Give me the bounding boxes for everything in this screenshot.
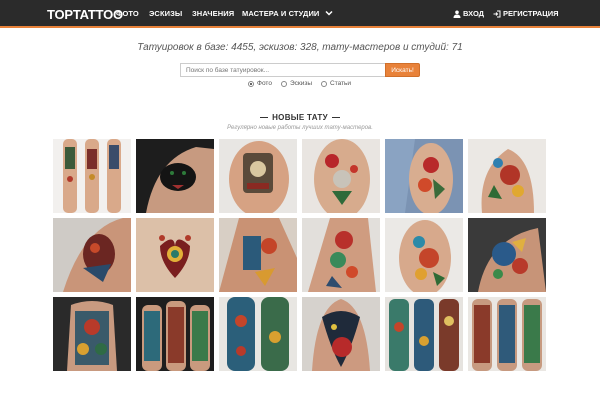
- radio-photo[interactable]: Фото: [248, 80, 272, 87]
- tattoo-photo-tile[interactable]: [385, 139, 463, 213]
- radio-label: Эскизы: [289, 80, 312, 87]
- tattoo-photo-tile[interactable]: [136, 218, 214, 292]
- tattoo-photo-tile[interactable]: [219, 218, 297, 292]
- tattoo-photo: [385, 297, 463, 371]
- tattoo-photo-tile[interactable]: [219, 139, 297, 213]
- tattoo-photo-tile[interactable]: [136, 297, 214, 371]
- tattoo-photo: [302, 218, 380, 292]
- search-button[interactable]: Искать!: [385, 63, 420, 77]
- tattoo-photo-tile[interactable]: [302, 218, 380, 292]
- tattoo-photo-tile[interactable]: [53, 139, 131, 213]
- tattoo-photo: [53, 218, 131, 292]
- tattoo-photo: [302, 297, 380, 371]
- tattoo-photo: [53, 139, 131, 213]
- tattoo-photo: [53, 297, 131, 371]
- radio-dot: [248, 80, 254, 87]
- section-subtitle: Регулярно новые работы лучших тату-масте…: [227, 125, 373, 131]
- search-input[interactable]: [180, 63, 386, 77]
- top-navbar: TOPTATTOO ФОТО ЭСКИЗЫ ЗНАЧЕНИЯ МАСТЕРА И…: [0, 0, 600, 28]
- tattoo-photo: [468, 297, 546, 371]
- heading-dash: [331, 117, 340, 119]
- user-icon: [453, 10, 461, 18]
- search-type-options: Фото Эскизы Статьи: [248, 80, 351, 87]
- search-form: Искать!: [180, 63, 420, 77]
- chevron-down-icon[interactable]: [324, 8, 334, 18]
- tattoo-photo-tile[interactable]: [385, 297, 463, 371]
- tattoo-grid: [53, 139, 547, 371]
- tattoo-photo: [136, 139, 214, 213]
- tattoo-photo-tile[interactable]: [468, 218, 546, 292]
- tattoo-photo-tile[interactable]: [302, 139, 380, 213]
- radio-label: Статьи: [330, 80, 352, 87]
- tattoo-photo: [219, 297, 297, 371]
- login-label: ВХОД: [463, 9, 485, 18]
- register-label: РЕГИСТРАЦИЯ: [503, 9, 559, 18]
- tattoo-photo: [468, 218, 546, 292]
- login-link[interactable]: ВХОД: [453, 9, 484, 18]
- tattoo-photo-tile[interactable]: [468, 139, 546, 213]
- radio-dot: [321, 80, 327, 87]
- nav-photo[interactable]: ФОТО: [116, 9, 139, 18]
- database-stats: Татуировок в базе: 4455, эскизов: 328, т…: [137, 42, 463, 53]
- tattoo-photo: [302, 139, 380, 213]
- tattoo-photo-tile[interactable]: [53, 218, 131, 292]
- tattoo-photo-tile[interactable]: [302, 297, 380, 371]
- tattoo-photo: [136, 218, 214, 292]
- heading-dash: [260, 117, 269, 119]
- tattoo-photo: [385, 218, 463, 292]
- nav-meanings[interactable]: ЗНАЧЕНИЯ: [192, 9, 234, 18]
- site-logo[interactable]: TOPTATTOO: [47, 7, 123, 22]
- nav-masters-studios[interactable]: МАСТЕРА И СТУДИИ: [242, 9, 319, 18]
- section-title-text: НОВЫЕ ТАТУ: [272, 113, 328, 122]
- tattoo-photo-tile[interactable]: [219, 297, 297, 371]
- tattoo-photo-tile[interactable]: [53, 297, 131, 371]
- register-link[interactable]: РЕГИСТРАЦИЯ: [493, 9, 558, 18]
- tattoo-photo: [136, 297, 214, 371]
- tattoo-photo-tile[interactable]: [136, 139, 214, 213]
- radio-articles[interactable]: Статьи: [321, 80, 351, 87]
- tattoo-photo-tile[interactable]: [385, 218, 463, 292]
- nav-sketches[interactable]: ЭСКИЗЫ: [149, 9, 182, 18]
- tattoo-photo: [219, 218, 297, 292]
- radio-label: Фото: [257, 80, 272, 87]
- tattoo-photo: [385, 139, 463, 213]
- section-heading: НОВЫЕ ТАТУ: [0, 113, 600, 122]
- tattoo-photo-tile[interactable]: [468, 297, 546, 371]
- radio-dot: [280, 80, 287, 87]
- sign-in-icon: [493, 10, 501, 17]
- tattoo-photo: [468, 139, 546, 213]
- tattoo-photo: [219, 139, 297, 213]
- radio-sketches[interactable]: Эскизы: [280, 80, 312, 87]
